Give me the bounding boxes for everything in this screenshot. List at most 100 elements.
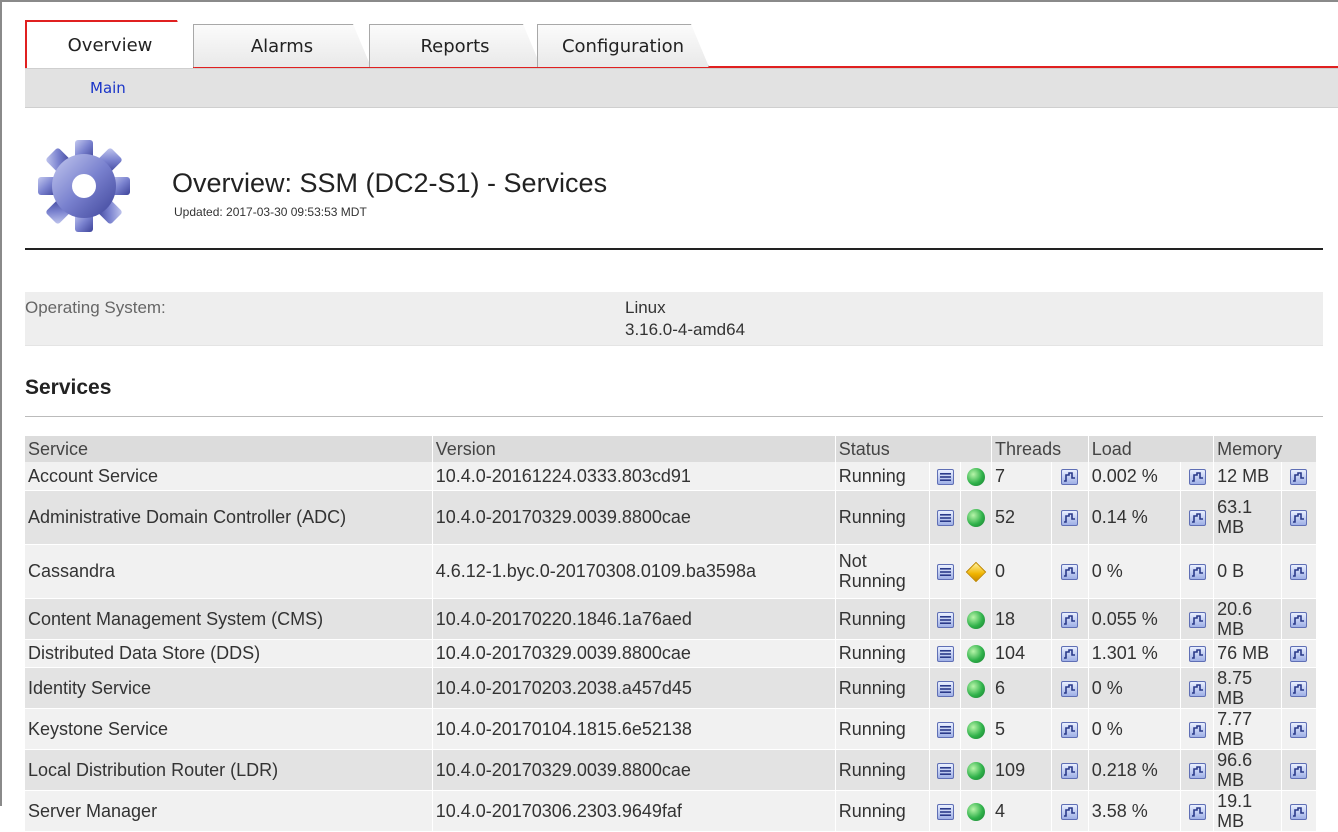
os-version: 3.16.0-4-amd64 <box>625 320 746 339</box>
cell-service: Server Manager <box>25 790 433 832</box>
cell-threads: 4 <box>991 790 1052 832</box>
table-header-row: Service Version Status Threads Load Memo… <box>25 436 1317 462</box>
cell-load: 0 % <box>1088 544 1182 599</box>
tab-alarms[interactable]: Alarms <box>193 24 371 67</box>
memory-chart-icon[interactable] <box>1290 611 1308 628</box>
load-chart-icon[interactable] <box>1188 762 1206 779</box>
status-details-icon[interactable] <box>936 721 954 738</box>
memory-chart-icon[interactable] <box>1290 803 1308 820</box>
cell-memory: 96.6 MB <box>1213 749 1282 791</box>
cell-version: 10.4.0-20161224.0333.803cd91 <box>432 462 836 491</box>
cell-threads: 5 <box>991 708 1052 750</box>
cell-version: 10.4.0-20170329.0039.8800cae <box>432 749 836 791</box>
load-chart-icon[interactable] <box>1188 721 1206 738</box>
table-row: Identity Service 10.4.0-20170203.2038.a45… <box>25 667 1318 709</box>
threads-chart-icon[interactable] <box>1061 721 1079 738</box>
memory-chart-icon[interactable] <box>1290 510 1308 527</box>
os-info-row: Operating System: Linux 3.16.0-4-amd64 <box>25 292 1323 346</box>
status-ok-icon <box>967 467 986 486</box>
cell-version: 10.4.0-20170203.2038.a457d45 <box>432 667 836 709</box>
cell-load: 0 % <box>1088 708 1182 750</box>
table-row: Server Manager 10.4.0-20170306.2303.9649f… <box>25 790 1318 832</box>
memory-chart-icon[interactable] <box>1290 721 1308 738</box>
table-row: Local Distribution Router (LDR) 10.4.0-20… <box>25 749 1318 791</box>
load-chart-icon[interactable] <box>1188 803 1206 820</box>
status-details-icon[interactable] <box>936 646 954 663</box>
memory-chart-icon[interactable] <box>1290 564 1308 581</box>
threads-chart-icon[interactable] <box>1061 762 1079 779</box>
cell-version: 10.4.0-20170220.1846.1a76aed <box>432 598 836 640</box>
status-details-icon[interactable] <box>936 564 954 581</box>
cell-service: Administrative Domain Controller (ADC) <box>25 490 433 545</box>
cell-memory: 12 MB <box>1213 462 1282 491</box>
table-row: Content Management System (CMS) 10.4.0-20… <box>25 598 1318 640</box>
tab-reports[interactable]: Reports <box>369 24 541 67</box>
table-row: Distributed Data Store (DDS) 10.4.0-20170… <box>25 639 1318 668</box>
memory-chart-icon[interactable] <box>1290 646 1308 663</box>
cell-threads: 7 <box>991 462 1052 491</box>
table-row: Account Service 10.4.0-20161224.0333.803c… <box>25 462 1318 491</box>
cell-status: Not Running <box>835 544 931 599</box>
cell-status: Running <box>835 749 931 791</box>
status-details-icon[interactable] <box>936 611 954 628</box>
cell-version: 10.4.0-20170104.1815.6e52138 <box>432 708 836 750</box>
cell-status: Running <box>835 667 931 709</box>
memory-chart-icon[interactable] <box>1290 762 1308 779</box>
cell-memory: 8.75 MB <box>1213 667 1282 709</box>
col-version: Version <box>432 436 836 462</box>
load-chart-icon[interactable] <box>1188 510 1206 527</box>
os-name: Linux <box>625 298 666 317</box>
status-ok-icon <box>967 720 986 739</box>
status-details-icon[interactable] <box>936 803 954 820</box>
cell-memory: 19.1 MB <box>1213 790 1282 832</box>
threads-chart-icon[interactable] <box>1061 611 1079 628</box>
services-divider <box>25 416 1323 417</box>
cell-load: 0.14 % <box>1088 490 1182 545</box>
status-details-icon[interactable] <box>936 762 954 779</box>
cell-load: 0.218 % <box>1088 749 1182 791</box>
memory-chart-icon[interactable] <box>1290 469 1308 485</box>
table-row: Keystone Service 10.4.0-20170104.1815.6e5… <box>25 708 1318 750</box>
cell-threads: 0 <box>991 544 1052 599</box>
cell-load: 1.301 % <box>1088 639 1182 668</box>
header-divider <box>25 248 1323 250</box>
subnav-main-link[interactable]: Main <box>90 79 126 97</box>
cell-service: Identity Service <box>25 667 433 709</box>
cell-version: 10.4.0-20170329.0039.8800cae <box>432 490 836 545</box>
cell-threads: 52 <box>991 490 1052 545</box>
memory-chart-icon[interactable] <box>1290 680 1308 697</box>
threads-chart-icon[interactable] <box>1061 646 1079 663</box>
threads-chart-icon[interactable] <box>1061 680 1079 697</box>
threads-chart-icon[interactable] <box>1061 803 1079 820</box>
status-details-icon[interactable] <box>936 469 954 485</box>
status-ok-icon <box>967 509 986 528</box>
col-load: Load <box>1088 436 1215 462</box>
cell-load: 3.58 % <box>1088 790 1182 832</box>
tab-overview[interactable]: Overview <box>25 20 195 68</box>
status-details-icon[interactable] <box>936 510 954 527</box>
load-chart-icon[interactable] <box>1188 611 1206 628</box>
col-memory: Memory <box>1213 436 1317 462</box>
updated-timestamp: Updated: 2017-03-30 09:53:53 MDT <box>174 205 367 219</box>
status-details-icon[interactable] <box>936 680 954 697</box>
threads-chart-icon[interactable] <box>1061 510 1079 527</box>
load-chart-icon[interactable] <box>1188 469 1206 485</box>
cell-memory: 0 B <box>1213 544 1282 599</box>
tab-configuration[interactable]: Configuration <box>537 24 709 67</box>
load-chart-icon[interactable] <box>1188 680 1206 697</box>
threads-chart-icon[interactable] <box>1061 469 1079 485</box>
cell-version: 10.4.0-20170329.0039.8800cae <box>432 639 836 668</box>
cell-memory: 63.1 MB <box>1213 490 1282 545</box>
status-ok-icon <box>967 645 986 664</box>
cell-service: Local Distribution Router (LDR) <box>25 749 433 791</box>
sub-navigation: Main <box>25 68 1338 108</box>
cell-status: Running <box>835 639 931 668</box>
os-label: Operating System: <box>25 298 166 317</box>
services-table: Service Version Status Threads Load Memo… <box>25 436 1318 832</box>
status-ok-icon <box>967 761 986 780</box>
threads-chart-icon[interactable] <box>1061 564 1079 581</box>
load-chart-icon[interactable] <box>1188 646 1206 663</box>
tab-bar: Overview Alarms Reports Configuration <box>25 20 1338 68</box>
col-threads: Threads <box>991 436 1089 462</box>
load-chart-icon[interactable] <box>1188 564 1206 581</box>
